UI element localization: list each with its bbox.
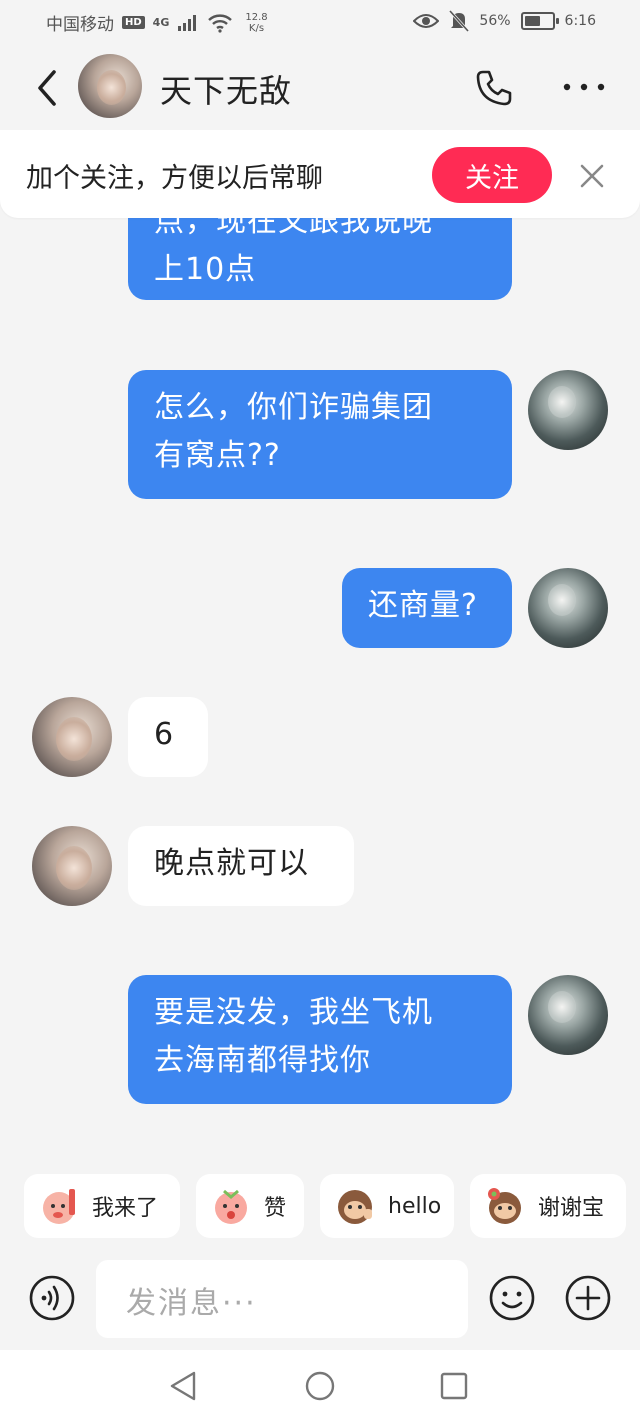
message-bubble-outgoing[interactable]: 怎么，你们诈骗集团 有窝点?? xyxy=(128,370,512,499)
clock: 6:16 xyxy=(564,13,596,29)
quick-reply-bar: 我来了 赞 hello 谢谢宝 xyxy=(0,1150,640,1254)
message-line: 去海南都得找你 xyxy=(154,1043,371,1078)
wifi-icon xyxy=(208,13,233,33)
message-line: 6 xyxy=(154,717,175,752)
my-avatar[interactable] xyxy=(528,975,608,1055)
contact-avatar[interactable] xyxy=(32,826,112,906)
sticker-icon xyxy=(488,1188,521,1224)
message-line: 怎么，你们诈骗集团 xyxy=(154,390,433,425)
smile-icon[interactable] xyxy=(488,1274,536,1322)
quick-reply-chip[interactable]: 赞 xyxy=(196,1174,304,1238)
my-avatar[interactable] xyxy=(528,370,608,450)
message-bubble-outgoing[interactable]: 要是没发，我坐飞机 去海南都得找你 xyxy=(128,975,512,1104)
nav-back-icon[interactable] xyxy=(168,1370,198,1402)
contact-name: 天下无敌 xyxy=(160,72,293,110)
nav-home-icon[interactable] xyxy=(304,1370,336,1402)
more-icon[interactable] xyxy=(562,82,606,92)
battery-percent: 56% xyxy=(479,13,511,29)
back-arrow-icon[interactable] xyxy=(30,66,64,110)
message-list[interactable]: 点，现在又跟我说晚 上10点 怎么，你们诈骗集团 有窝点?? 还商量? 6 晚点… xyxy=(0,130,640,1150)
phone-icon[interactable] xyxy=(474,68,514,108)
message-bubble-outgoing[interactable]: 还商量? xyxy=(342,568,512,648)
battery-icon xyxy=(520,12,559,30)
message-input[interactable]: 发消息··· xyxy=(96,1260,468,1338)
voice-icon[interactable] xyxy=(28,1274,76,1322)
contact-avatar[interactable] xyxy=(78,54,142,118)
status-bar: 中国移动 HD 4G 12.8 K/s 56% 6:16 xyxy=(0,0,640,46)
eye-icon xyxy=(413,14,440,28)
chat-header: 天下无敌 xyxy=(0,46,640,130)
message-line: 还商量? xyxy=(368,588,478,623)
follow-banner: 加个关注，方便以后常聊 关注 xyxy=(0,130,640,218)
message-line: 有窝点?? xyxy=(154,438,281,473)
message-line: 晚点就可以 xyxy=(154,846,309,881)
sticker-icon xyxy=(215,1189,247,1224)
message-bubble-incoming[interactable]: 6 xyxy=(128,697,208,777)
network-speed: 12.8 K/s xyxy=(245,11,268,34)
quick-reply-label: hello xyxy=(388,1193,442,1219)
quick-reply-chip[interactable]: 谢谢宝 xyxy=(470,1174,626,1238)
input-bar: 发消息··· xyxy=(0,1254,640,1350)
plus-icon[interactable] xyxy=(564,1274,612,1322)
quick-reply-chip[interactable]: 我来了 xyxy=(24,1174,180,1238)
contact-avatar[interactable] xyxy=(32,697,112,777)
message-line: 上10点 xyxy=(154,252,257,287)
follow-prompt: 加个关注，方便以后常聊 xyxy=(26,163,323,194)
network-label: 4G xyxy=(152,16,170,29)
close-icon[interactable] xyxy=(578,162,606,190)
message-line: 要是没发，我坐飞机 xyxy=(154,995,433,1030)
quick-reply-label: 我来了 xyxy=(92,1196,159,1221)
quick-reply-chip[interactable]: hello xyxy=(320,1174,454,1238)
follow-button[interactable]: 关注 xyxy=(432,147,552,203)
quick-reply-label: 赞 xyxy=(264,1196,287,1221)
signal-icon xyxy=(178,14,197,31)
sticker-icon xyxy=(43,1189,75,1224)
system-nav-bar xyxy=(0,1350,640,1422)
hd-badge: HD xyxy=(122,16,145,29)
quick-reply-label: 谢谢宝 xyxy=(538,1196,605,1221)
sticker-icon xyxy=(338,1190,372,1224)
my-avatar[interactable] xyxy=(528,568,608,648)
nav-recent-icon[interactable] xyxy=(440,1372,468,1400)
message-bubble-incoming[interactable]: 晚点就可以 xyxy=(128,826,354,906)
carrier-label: 中国移动 xyxy=(46,15,114,35)
mute-bell-icon xyxy=(449,10,470,32)
